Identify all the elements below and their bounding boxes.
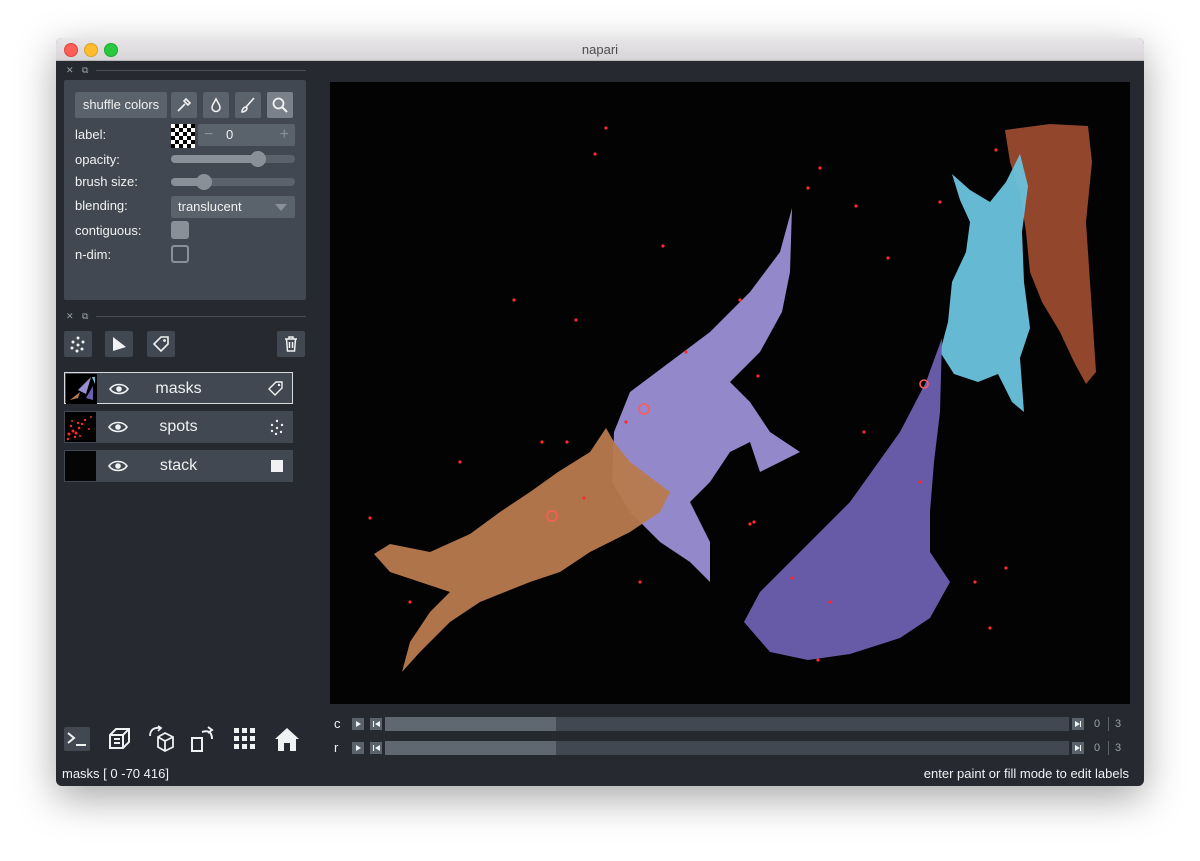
home-button[interactable] (272, 724, 302, 754)
status-coordinates: masks [ 0 -70 416] (62, 766, 169, 781)
increment-icon[interactable]: + (280, 124, 289, 146)
dim-current-value[interactable]: 0 (1094, 716, 1100, 732)
close-dock-icon[interactable]: ✕ (66, 65, 74, 76)
points-icon (270, 419, 284, 435)
brush-size-slider-handle[interactable] (196, 174, 213, 190)
dims-slider-c[interactable]: c 0 3 (330, 716, 1130, 732)
layer-controls-panel: shuffle colors label: − 0 + opacity: bru… (64, 80, 306, 300)
layer-thumbnail (65, 412, 96, 442)
layer-name[interactable]: stack (124, 450, 233, 482)
status-help-text: enter paint or fill mode to edit labels (923, 766, 1129, 781)
dim-label: r (334, 740, 339, 755)
dock-divider (96, 316, 306, 317)
viewer-canvas[interactable] (330, 82, 1130, 704)
napari-window: napari ✕ ⧉ shuffle colors label: − 0 + o… (56, 38, 1144, 786)
zoom-tool-button[interactable] (267, 92, 293, 118)
transpose-button[interactable] (188, 724, 218, 754)
grid-icon (234, 728, 255, 749)
dim-slider-thumb[interactable] (385, 717, 556, 731)
layer-row-stack[interactable]: stack (64, 450, 293, 482)
blending-select[interactable]: translucent (171, 196, 295, 218)
transpose-icon (191, 726, 214, 752)
step-back-button[interactable] (370, 718, 382, 730)
zoom-icon (272, 97, 288, 113)
contiguous-label: contiguous: (75, 223, 142, 238)
opacity-slider[interactable] (171, 151, 295, 167)
delete-layer-icon (285, 336, 297, 352)
layer-row-masks[interactable]: masks (64, 372, 293, 404)
new-shapes-layer-button[interactable] (105, 331, 133, 357)
brush-size-slider[interactable] (171, 174, 295, 190)
console-button[interactable] (62, 724, 92, 754)
step-back-button[interactable] (370, 742, 382, 754)
blending-value: translucent (178, 199, 242, 214)
layer-list-dock-header: ✕ ⧉ (56, 311, 306, 323)
contiguous-checkbox[interactable] (171, 221, 189, 239)
image-icon (271, 460, 283, 472)
ndisplay-button[interactable] (104, 724, 134, 754)
decrement-icon[interactable]: − (204, 124, 213, 146)
step-forward-button[interactable] (1072, 742, 1084, 754)
brush-size-label: brush size: (75, 174, 138, 189)
delete-layer-button[interactable] (277, 331, 305, 357)
picker-tool-button[interactable] (171, 92, 197, 118)
roll-dims-icon (149, 725, 174, 753)
dim-current-value[interactable]: 0 (1094, 740, 1100, 756)
paint-icon (241, 97, 255, 113)
canvas-image (330, 82, 1130, 704)
opacity-slider-fill (171, 155, 258, 163)
dim-slider-track[interactable] (385, 717, 1069, 731)
blending-label: blending: (75, 198, 128, 213)
label-spinbox[interactable]: − 0 + (198, 124, 295, 146)
float-dock-icon[interactable]: ⧉ (82, 65, 88, 76)
roll-dims-button[interactable] (146, 724, 176, 754)
layer-thumbnail (66, 374, 97, 404)
fill-icon (211, 97, 221, 113)
step-forward-button[interactable] (1072, 718, 1084, 730)
dim-slider-thumb[interactable] (385, 741, 556, 755)
dim-value-separator (1108, 717, 1109, 731)
dim-label: c (334, 716, 341, 731)
ndim-label: n-dim: (75, 247, 112, 262)
layer-thumbnail (65, 451, 96, 481)
layer-name[interactable]: masks (125, 373, 232, 405)
ndisplay-icon (109, 728, 130, 749)
dim-total-value: 3 (1115, 718, 1122, 730)
layer-row-spots[interactable]: spots (64, 411, 293, 443)
new-shapes-icon (113, 337, 126, 351)
chevron-down-icon (275, 204, 287, 211)
home-icon (275, 728, 299, 751)
opacity-label: opacity: (75, 152, 120, 167)
new-points-layer-button[interactable] (64, 331, 92, 357)
window-title: napari (581, 42, 619, 57)
close-dock-icon[interactable]: ✕ (66, 311, 74, 322)
play-button[interactable] (352, 742, 364, 754)
title-bar: napari (56, 38, 1144, 61)
paint-tool-button[interactable] (235, 92, 261, 118)
play-button[interactable] (352, 718, 364, 730)
label-value: 0 (226, 127, 234, 142)
picker-icon (177, 97, 192, 112)
layer-name[interactable]: spots (124, 411, 233, 443)
label-color-swatch (171, 124, 195, 148)
fill-tool-button[interactable] (203, 92, 229, 118)
grid-view-button[interactable] (230, 724, 260, 754)
shuffle-colors-button[interactable]: shuffle colors (75, 92, 167, 118)
layer-controls-dock-header: ✕ ⧉ (56, 65, 306, 77)
dims-slider-r[interactable]: r 0 3 (330, 740, 1130, 756)
opacity-slider-handle[interactable] (249, 151, 266, 167)
labels-icon (268, 381, 283, 396)
dock-divider (96, 70, 306, 71)
ndim-checkbox[interactable] (171, 245, 189, 263)
dim-value-separator (1108, 741, 1109, 755)
dim-total-value: 3 (1115, 742, 1122, 754)
label-label: label: (75, 127, 107, 142)
new-points-icon (70, 336, 85, 353)
new-labels-icon (152, 336, 169, 353)
float-dock-icon[interactable]: ⧉ (82, 311, 88, 322)
new-labels-layer-button[interactable] (147, 331, 175, 357)
dim-slider-track[interactable] (385, 741, 1069, 755)
console-icon (64, 727, 90, 751)
